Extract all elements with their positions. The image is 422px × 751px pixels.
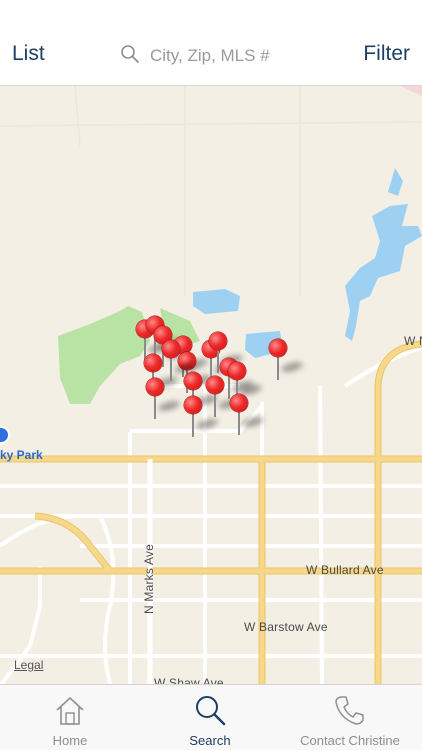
tab-home-label: Home: [52, 733, 88, 748]
filter-button[interactable]: Filter: [363, 42, 410, 66]
street-label-w-n: W N: [404, 334, 422, 348]
street-label-marks: N Marks Ave: [142, 544, 156, 614]
property-pin[interactable]: [144, 354, 179, 395]
street-label-shaw: W Shaw Ave: [154, 676, 224, 684]
status-bar: [0, 0, 422, 22]
tab-contact[interactable]: Contact Christine: [280, 685, 420, 751]
tab-home[interactable]: Home: [0, 685, 140, 751]
search-input[interactable]: [150, 46, 310, 66]
legal-link[interactable]: Legal: [14, 658, 43, 672]
tab-search-label: Search: [189, 733, 231, 748]
phone-icon: [333, 693, 367, 732]
property-pin[interactable]: [209, 332, 244, 373]
property-pin[interactable]: [162, 340, 197, 381]
tab-contact-label: Contact Christine: [300, 733, 400, 748]
property-pin[interactable]: [206, 376, 241, 417]
property-pin[interactable]: [146, 378, 181, 419]
property-pin[interactable]: [184, 396, 219, 437]
property-pin[interactable]: [269, 339, 304, 380]
search-field[interactable]: [120, 44, 310, 68]
search-icon: [193, 693, 227, 732]
property-pin[interactable]: [230, 394, 265, 435]
tab-search[interactable]: Search: [140, 685, 280, 751]
street-label-bullard: W Bullard Ave: [306, 563, 384, 577]
property-pin[interactable]: [228, 362, 263, 403]
tab-bar: Home Search Contact Christine: [0, 684, 422, 750]
list-view-button[interactable]: List: [12, 42, 45, 66]
park-label: ky Park: [0, 448, 43, 462]
search-icon: [120, 44, 140, 69]
street-label-barstow: W Barstow Ave: [244, 620, 328, 634]
property-pin[interactable]: [184, 372, 219, 413]
home-icon: [53, 693, 87, 732]
navigation-bar: List Filter: [0, 22, 422, 86]
map-view[interactable]: W Bullard Ave W Barstow Ave W Shaw Ave N…: [0, 86, 422, 684]
